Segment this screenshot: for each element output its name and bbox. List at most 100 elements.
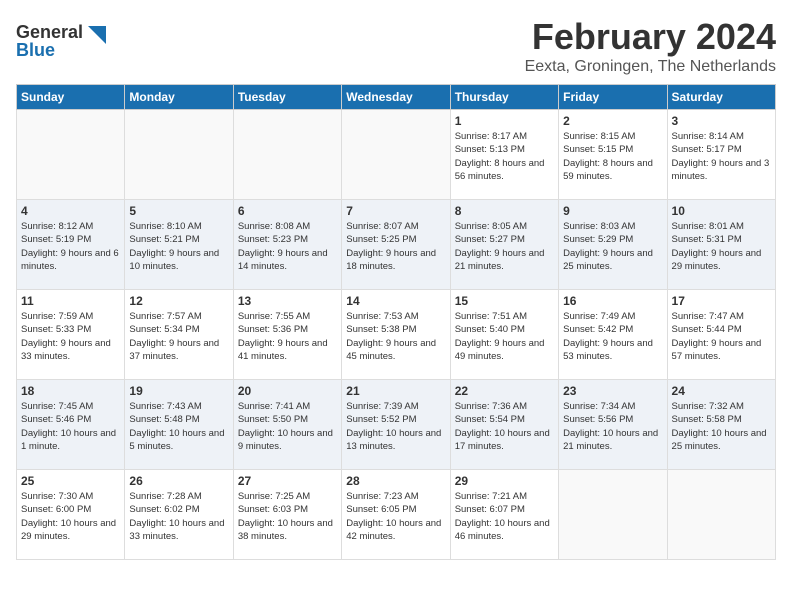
weekday-header-monday: Monday <box>125 85 233 110</box>
calendar-cell: 14Sunrise: 7:53 AMSunset: 5:38 PMDayligh… <box>342 290 450 380</box>
logo-svg: General Blue <box>16 16 106 66</box>
day-number: 4 <box>21 204 120 218</box>
day-number: 7 <box>346 204 445 218</box>
calendar-cell: 3 Sunrise: 8:14 AMSunset: 5:17 PMDaylight… <box>667 110 775 200</box>
day-number: 24 <box>672 384 771 398</box>
calendar-row-4: 25 Sunrise: 7:30 AMSunset: 6:00 PMDayligh… <box>17 470 776 560</box>
day-info: Sunrise: 7:57 AMSunset: 5:34 PMDaylight:… <box>129 310 228 363</box>
day-info: Sunrise: 7:49 AMSunset: 5:42 PMDaylight:… <box>563 310 662 363</box>
day-number: 28 <box>346 474 445 488</box>
day-number: 27 <box>238 474 337 488</box>
day-number: 29 <box>455 474 554 488</box>
calendar-cell: 25 Sunrise: 7:30 AMSunset: 6:00 PMDayligh… <box>17 470 125 560</box>
day-info: Sunrise: 7:51 AMSunset: 5:40 PMDaylight:… <box>455 310 554 363</box>
calendar-cell: 26 Sunrise: 7:28 AMSunset: 6:02 PMDayligh… <box>125 470 233 560</box>
day-info: Sunrise: 7:59 AMSunset: 5:33 PMDaylight:… <box>21 310 120 363</box>
day-info: Sunrise: 8:08 AMSunset: 5:23 PMDaylight:… <box>238 220 337 273</box>
calendar-cell: 19Sunrise: 7:43 AMSunset: 5:48 PMDayligh… <box>125 380 233 470</box>
calendar-cell: 21 Sunrise: 7:39 AMSunset: 5:52 PMDayligh… <box>342 380 450 470</box>
calendar-cell <box>342 110 450 200</box>
weekday-header-thursday: Thursday <box>450 85 558 110</box>
calendar-cell: 20Sunrise: 7:41 AMSunset: 5:50 PMDayligh… <box>233 380 341 470</box>
weekday-header-friday: Friday <box>559 85 667 110</box>
day-number: 18 <box>21 384 120 398</box>
day-info: Sunrise: 8:07 AMSunset: 5:25 PMDaylight:… <box>346 220 445 273</box>
day-info: Sunrise: 7:45 AMSunset: 5:46 PMDaylight:… <box>21 400 120 453</box>
day-info: Sunrise: 7:47 AMSunset: 5:44 PMDaylight:… <box>672 310 771 363</box>
title-block: February 2024 Eexta, Groningen, The Neth… <box>525 16 776 76</box>
calendar-cell: 23 Sunrise: 7:34 AMSunset: 5:56 PMDayligh… <box>559 380 667 470</box>
day-info: Sunrise: 7:28 AMSunset: 6:02 PMDaylight:… <box>129 490 228 543</box>
calendar-cell: 5 Sunrise: 8:10 AMSunset: 5:21 PMDaylight… <box>125 200 233 290</box>
day-info: Sunrise: 8:10 AMSunset: 5:21 PMDaylight:… <box>129 220 228 273</box>
calendar-table: SundayMondayTuesdayWednesdayThursdayFrid… <box>16 84 776 560</box>
day-number: 6 <box>238 204 337 218</box>
calendar-cell: 9 Sunrise: 8:03 AMSunset: 5:29 PMDaylight… <box>559 200 667 290</box>
calendar-cell <box>17 110 125 200</box>
svg-text:General: General <box>16 22 83 42</box>
day-info: Sunrise: 7:55 AMSunset: 5:36 PMDaylight:… <box>238 310 337 363</box>
day-number: 8 <box>455 204 554 218</box>
calendar-cell: 7 Sunrise: 8:07 AMSunset: 5:25 PMDaylight… <box>342 200 450 290</box>
day-number: 13 <box>238 294 337 308</box>
day-number: 3 <box>672 114 771 128</box>
calendar-cell: 16 Sunrise: 7:49 AMSunset: 5:42 PMDayligh… <box>559 290 667 380</box>
day-info: Sunrise: 7:34 AMSunset: 5:56 PMDaylight:… <box>563 400 662 453</box>
weekday-header-sunday: Sunday <box>17 85 125 110</box>
day-info: Sunrise: 7:21 AMSunset: 6:07 PMDaylight:… <box>455 490 554 543</box>
day-number: 25 <box>21 474 120 488</box>
calendar-cell <box>559 470 667 560</box>
day-info: Sunrise: 7:53 AMSunset: 5:38 PMDaylight:… <box>346 310 445 363</box>
calendar-cell: 22 Sunrise: 7:36 AMSunset: 5:54 PMDayligh… <box>450 380 558 470</box>
day-number: 2 <box>563 114 662 128</box>
calendar-cell <box>667 470 775 560</box>
calendar-cell: 2 Sunrise: 8:15 AMSunset: 5:15 PMDaylight… <box>559 110 667 200</box>
calendar-cell: 29 Sunrise: 7:21 AMSunset: 6:07 PMDayligh… <box>450 470 558 560</box>
day-info: Sunrise: 7:39 AMSunset: 5:52 PMDaylight:… <box>346 400 445 453</box>
calendar-cell: 15 Sunrise: 7:51 AMSunset: 5:40 PMDayligh… <box>450 290 558 380</box>
day-number: 15 <box>455 294 554 308</box>
day-number: 5 <box>129 204 228 218</box>
day-number: 17 <box>672 294 771 308</box>
day-number: 12 <box>129 294 228 308</box>
day-info: Sunrise: 8:14 AMSunset: 5:17 PMDaylight:… <box>672 130 771 183</box>
logo: General Blue <box>16 16 106 66</box>
day-info: Sunrise: 7:41 AMSunset: 5:50 PMDaylight:… <box>238 400 337 453</box>
weekday-header-saturday: Saturday <box>667 85 775 110</box>
day-number: 26 <box>129 474 228 488</box>
day-info: Sunrise: 8:03 AMSunset: 5:29 PMDaylight:… <box>563 220 662 273</box>
svg-text:Blue: Blue <box>16 40 55 60</box>
day-number: 21 <box>346 384 445 398</box>
calendar-cell: 4 Sunrise: 8:12 AMSunset: 5:19 PMDaylight… <box>17 200 125 290</box>
calendar-row-3: 18 Sunrise: 7:45 AMSunset: 5:46 PMDayligh… <box>17 380 776 470</box>
day-number: 19 <box>129 384 228 398</box>
day-info: Sunrise: 8:15 AMSunset: 5:15 PMDaylight:… <box>563 130 662 183</box>
page-header: General Blue February 2024 Eexta, Gronin… <box>16 16 776 76</box>
calendar-cell: 6 Sunrise: 8:08 AMSunset: 5:23 PMDaylight… <box>233 200 341 290</box>
calendar-cell <box>233 110 341 200</box>
day-info: Sunrise: 7:23 AMSunset: 6:05 PMDaylight:… <box>346 490 445 543</box>
calendar-cell: 17 Sunrise: 7:47 AMSunset: 5:44 PMDayligh… <box>667 290 775 380</box>
day-info: Sunrise: 7:36 AMSunset: 5:54 PMDaylight:… <box>455 400 554 453</box>
day-number: 22 <box>455 384 554 398</box>
calendar-row-2: 11Sunrise: 7:59 AMSunset: 5:33 PMDayligh… <box>17 290 776 380</box>
calendar-cell: 18 Sunrise: 7:45 AMSunset: 5:46 PMDayligh… <box>17 380 125 470</box>
day-number: 23 <box>563 384 662 398</box>
day-info: Sunrise: 8:12 AMSunset: 5:19 PMDaylight:… <box>21 220 120 273</box>
day-number: 9 <box>563 204 662 218</box>
calendar-cell <box>125 110 233 200</box>
calendar-cell: 13 Sunrise: 7:55 AMSunset: 5:36 PMDayligh… <box>233 290 341 380</box>
day-info: Sunrise: 7:30 AMSunset: 6:00 PMDaylight:… <box>21 490 120 543</box>
calendar-row-1: 4 Sunrise: 8:12 AMSunset: 5:19 PMDaylight… <box>17 200 776 290</box>
day-info: Sunrise: 7:25 AMSunset: 6:03 PMDaylight:… <box>238 490 337 543</box>
day-info: Sunrise: 8:17 AMSunset: 5:13 PMDaylight:… <box>455 130 554 183</box>
location-title: Eexta, Groningen, The Netherlands <box>525 58 776 76</box>
calendar-cell: 10Sunrise: 8:01 AMSunset: 5:31 PMDayligh… <box>667 200 775 290</box>
day-number: 1 <box>455 114 554 128</box>
calendar-row-0: 1 Sunrise: 8:17 AMSunset: 5:13 PMDaylight… <box>17 110 776 200</box>
day-number: 16 <box>563 294 662 308</box>
calendar-cell: 24Sunrise: 7:32 AMSunset: 5:58 PMDayligh… <box>667 380 775 470</box>
calendar-cell: 12 Sunrise: 7:57 AMSunset: 5:34 PMDayligh… <box>125 290 233 380</box>
weekday-header-tuesday: Tuesday <box>233 85 341 110</box>
calendar-cell: 27 Sunrise: 7:25 AMSunset: 6:03 PMDayligh… <box>233 470 341 560</box>
